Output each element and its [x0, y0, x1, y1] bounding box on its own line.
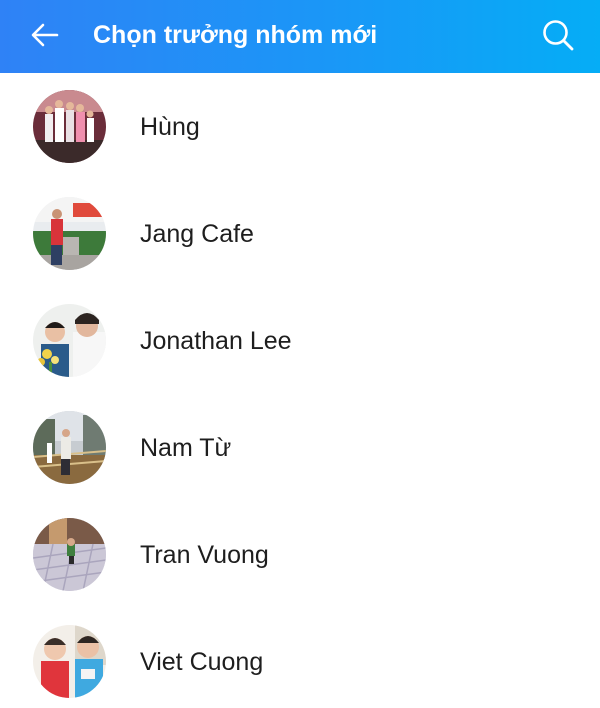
contact-row[interactable]: Hùng [0, 73, 600, 180]
avatar [33, 90, 106, 163]
contact-row[interactable]: Tran Vuong [0, 501, 600, 608]
avatar [33, 625, 106, 698]
arrow-left-icon [31, 23, 59, 47]
contact-name: Viet Cuong [140, 648, 264, 676]
contact-list: Hùng Jang Cafe Jonathan Lee Nam Từ Tran … [0, 73, 600, 708]
avatar [33, 304, 106, 377]
avatar [33, 197, 106, 270]
contact-name: Jang Cafe [140, 220, 254, 248]
page-title: Chọn trưởng nhóm mới [93, 21, 378, 49]
contact-row[interactable]: Jonathan Lee [0, 287, 600, 394]
contact-row[interactable]: Viet Cuong [0, 608, 600, 708]
contact-row[interactable]: Nam Từ [0, 394, 600, 501]
contact-name: Jonathan Lee [140, 327, 292, 355]
search-icon [543, 20, 574, 51]
app-header: Chọn trưởng nhóm mới [0, 0, 600, 73]
contact-row[interactable]: Jang Cafe [0, 180, 600, 287]
contact-name: Tran Vuong [140, 541, 269, 569]
search-button[interactable] [532, 10, 584, 60]
choose-new-group-leader-screen: Chọn trưởng nhóm mới Hùng Jang Cafe Jona… [0, 0, 600, 708]
back-button[interactable] [20, 12, 70, 58]
contact-name: Nam Từ [140, 434, 232, 462]
avatar [33, 518, 106, 591]
avatar [33, 411, 106, 484]
contact-name: Hùng [140, 113, 200, 141]
